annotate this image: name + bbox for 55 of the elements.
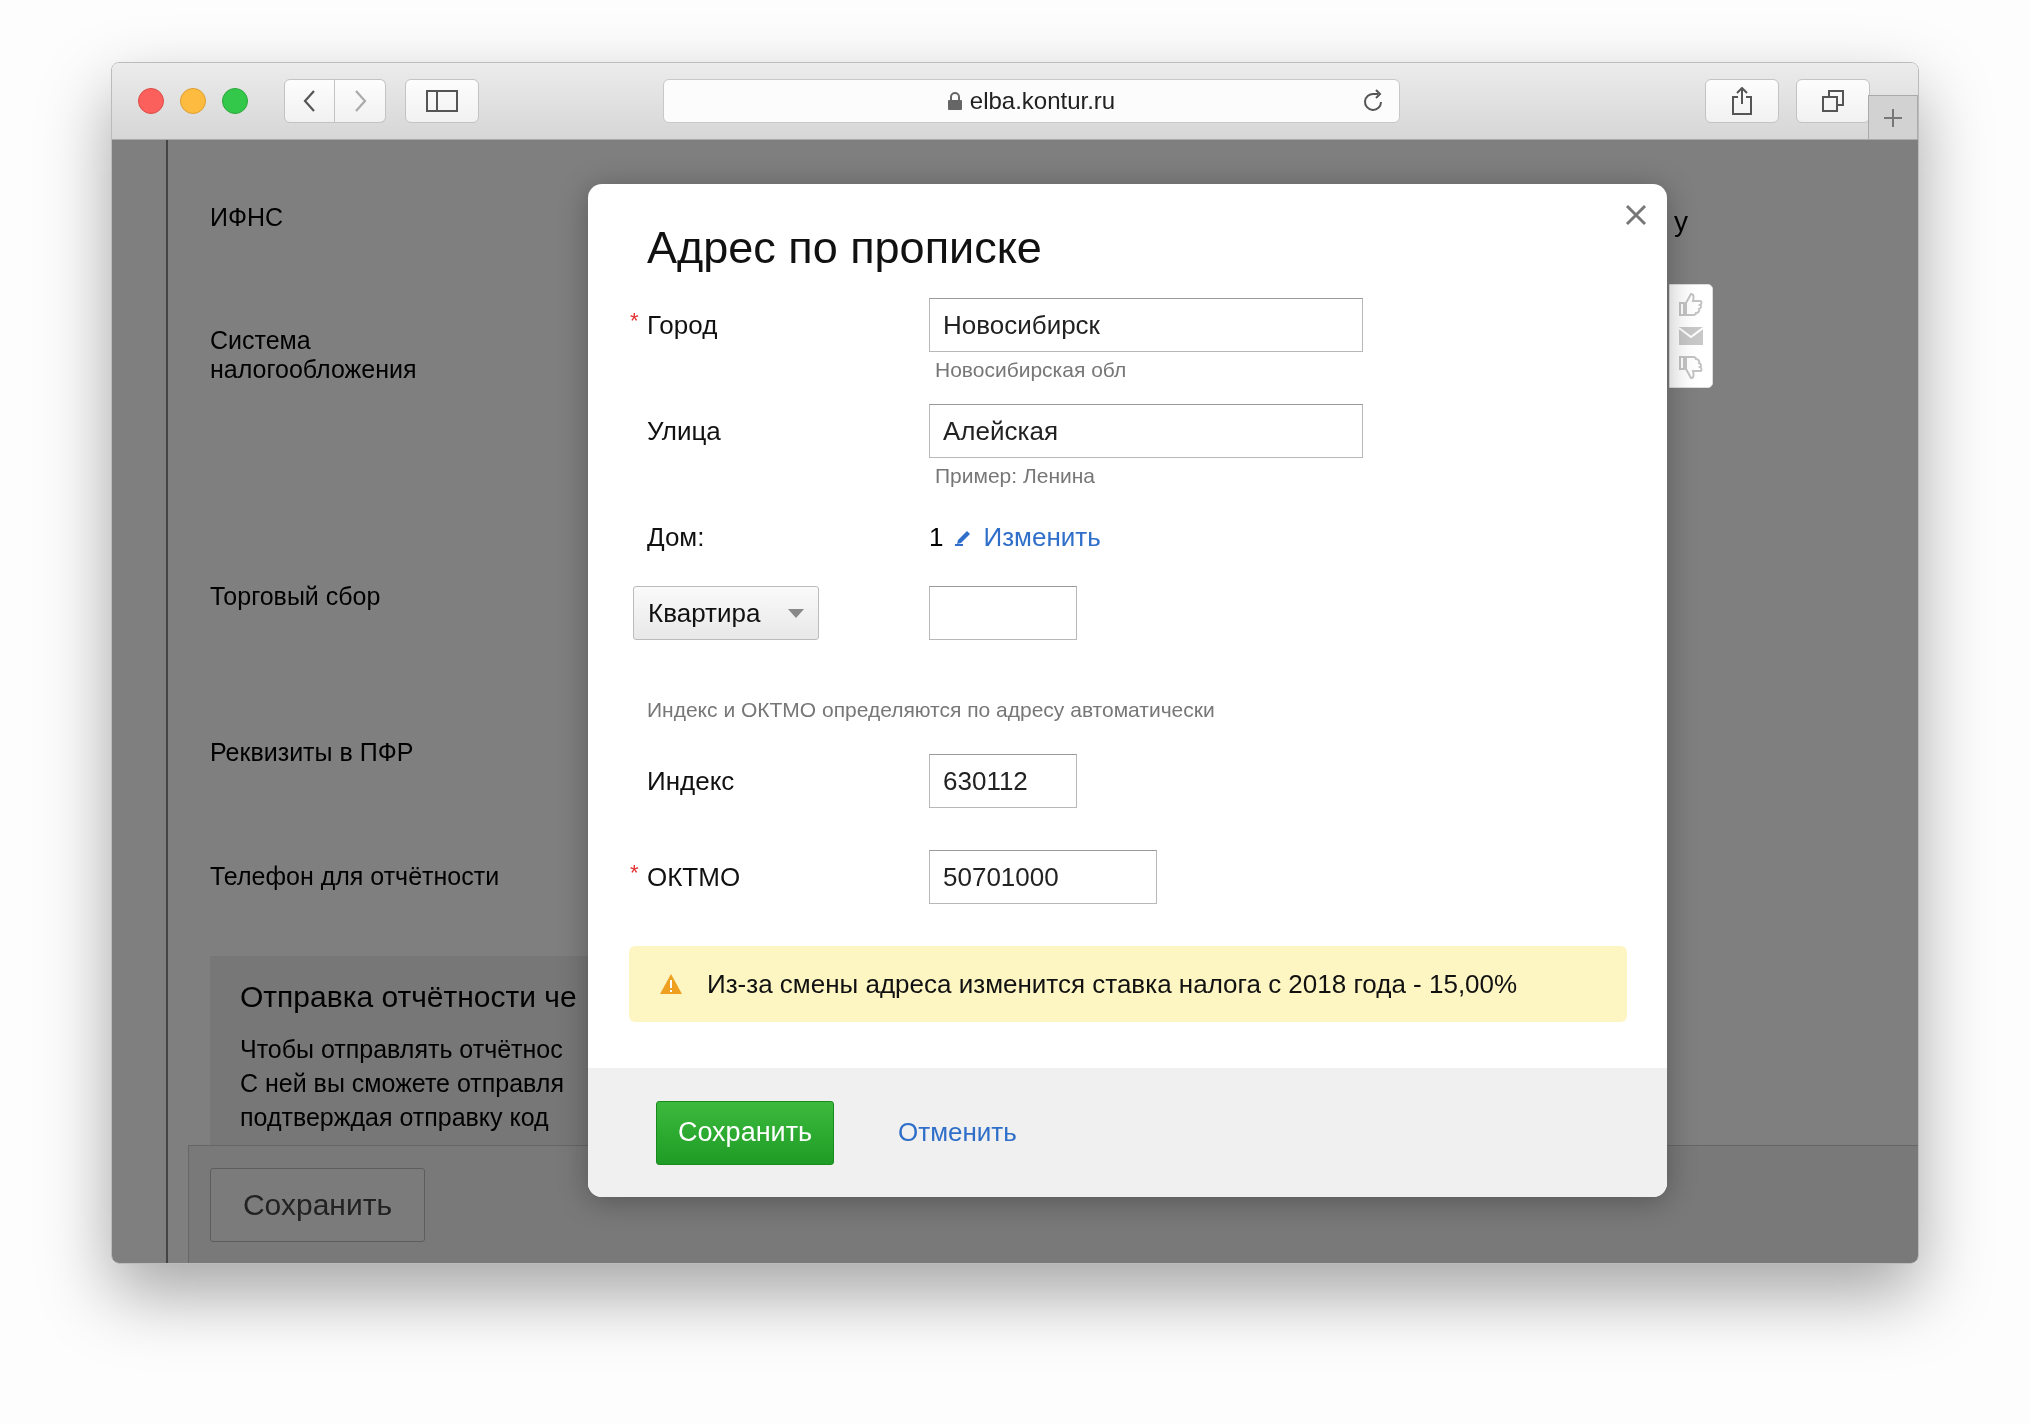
warning-text: Из-за смены адреса изменится ставка налога с 2018 года - 15,00%: [707, 968, 1518, 1000]
dropdown[interactable]: Квартира: [633, 586, 819, 640]
share-icon: [1731, 87, 1753, 115]
field-label: ОКТМО: [647, 862, 741, 892]
field-value: 1: [929, 521, 944, 554]
text-field[interactable]: Алейская: [929, 404, 1363, 458]
new-tab-button[interactable]: [1868, 95, 1918, 139]
close-window-button[interactable]: [138, 88, 164, 114]
text-field[interactable]: [929, 586, 1077, 640]
dialog-title: Адрес по прописке: [647, 222, 1043, 274]
required-mark: *: [630, 307, 639, 335]
url-text: elba.kontur.ru: [969, 87, 1116, 115]
close-icon: [1625, 204, 1647, 226]
lock-icon: [947, 92, 962, 110]
minimize-window-button[interactable]: [180, 88, 206, 114]
sidebar-icon: [426, 90, 458, 112]
text-field[interactable]: 630112: [929, 754, 1077, 808]
tabs-button[interactable]: [1796, 79, 1870, 123]
thumbs-up-icon[interactable]: [1678, 292, 1704, 319]
field-hint: Новосибирская обл: [934, 357, 1128, 382]
save-button[interactable]: Сохранить: [210, 1168, 425, 1242]
back-button[interactable]: [284, 79, 335, 123]
edit-link[interactable]: Изменить: [955, 510, 1101, 564]
address-bar[interactable]: elba.kontur.ru: [663, 79, 1400, 123]
thumbs-down-icon[interactable]: [1678, 353, 1704, 380]
sidebar-button[interactable]: [405, 79, 479, 123]
field-hint: Пример: Ленина: [934, 463, 1097, 488]
field-label: Реквизиты в ПФР: [210, 738, 414, 767]
field-label: у: [1674, 206, 1688, 238]
field-label: Система налогообложения: [210, 326, 417, 384]
field-label: Торговый сбор: [210, 582, 381, 611]
notice-text: Чтобы отправлять отчётнос С ней вы сможете отправля подтверждая отправку код: [240, 1034, 564, 1133]
zoom-window-button[interactable]: [222, 88, 248, 114]
reload-icon[interactable]: [1363, 89, 1385, 113]
warning-icon: [659, 973, 683, 995]
field-label: Индекс: [647, 766, 735, 796]
mail-icon[interactable]: [1679, 327, 1703, 345]
text-field[interactable]: 50701000: [929, 850, 1157, 904]
field-label: Улица: [647, 416, 721, 446]
tabs-icon: [1821, 89, 1845, 113]
field-label: Город: [647, 310, 718, 340]
caret-icon: [788, 608, 804, 618]
text-field[interactable]: Новосибирск: [929, 298, 1363, 352]
info-text: Индекс и ОКТМО определяются по адресу автоматически: [647, 698, 1216, 722]
cancel-link[interactable]: Отменить: [898, 1117, 1017, 1148]
field-label: Дом:: [647, 522, 705, 552]
share-button[interactable]: [1705, 79, 1779, 123]
field-label: ИФНС: [210, 203, 284, 232]
back-icon: [302, 89, 317, 113]
forward-button[interactable]: [335, 79, 386, 123]
notice-title: Отправка отчётности че: [240, 980, 577, 1014]
plus-icon: [1883, 107, 1903, 128]
forward-icon: [353, 89, 367, 113]
field-label: Телефон для отчётности: [210, 862, 500, 891]
required-mark: *: [630, 859, 639, 887]
